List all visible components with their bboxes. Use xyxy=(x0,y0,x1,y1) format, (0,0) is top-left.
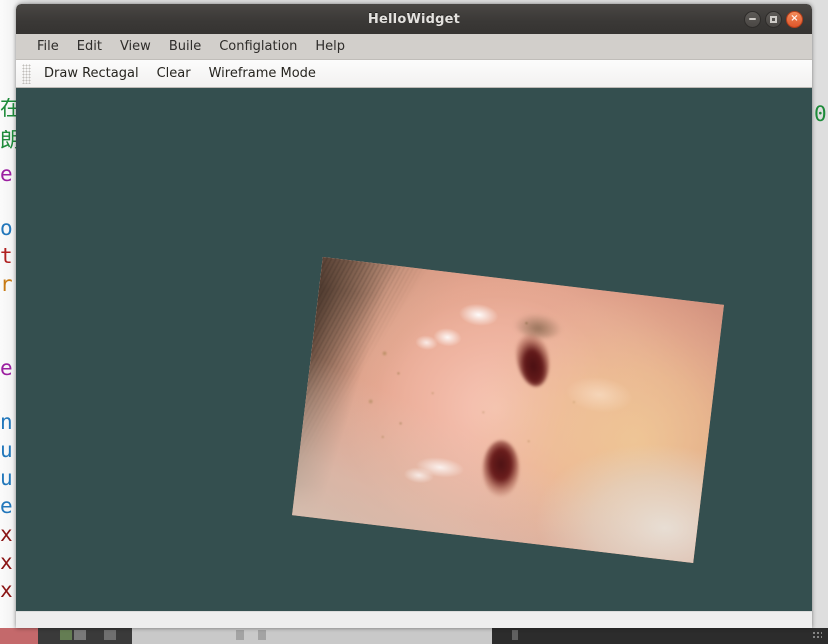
taskbar-segment-middle[interactable] xyxy=(132,628,492,644)
maximize-icon xyxy=(770,15,777,23)
close-icon: × xyxy=(790,13,799,24)
taskbar-app-icon-6[interactable] xyxy=(512,630,518,640)
toolbar-drag-handle-icon[interactable] xyxy=(22,63,31,84)
taskbar-app-icon-5[interactable] xyxy=(258,630,266,640)
tool-bar: Draw Rectagal Clear Wireframe Mode xyxy=(16,60,812,88)
taskbar-app-icon-1[interactable] xyxy=(60,630,72,640)
quad-texture-highlights xyxy=(292,256,724,564)
menu-item-buile[interactable]: Buile xyxy=(160,37,210,56)
textured-quad[interactable] xyxy=(292,256,724,564)
taskbar-app-icon-3[interactable] xyxy=(104,630,116,640)
taskbar-launcher-button[interactable] xyxy=(0,628,38,644)
taskbar-app-icon-4[interactable] xyxy=(236,630,244,640)
menu-item-help[interactable]: Help xyxy=(306,37,354,56)
background-glyph: 0 xyxy=(814,102,827,126)
application-window: HelloWidget × File Edit View Buile Configlat… xyxy=(16,4,812,628)
taskbar[interactable] xyxy=(0,628,828,644)
toolbar-button-draw-rectagal[interactable]: Draw Rectagal xyxy=(35,63,148,84)
menu-item-edit[interactable]: Edit xyxy=(68,37,111,56)
taskbar-app-icon-2[interactable] xyxy=(74,630,86,640)
status-bar xyxy=(16,611,812,628)
menu-item-file[interactable]: File xyxy=(28,37,68,56)
minimize-button[interactable] xyxy=(744,10,761,28)
screen: 在朗eotrenuuexxx 0 HelloWidget × File Edit… xyxy=(0,0,828,644)
render-canvas[interactable] xyxy=(16,88,812,611)
taskbar-tray-dots-icon[interactable] xyxy=(812,631,822,639)
window-title: HelloWidget xyxy=(367,11,461,27)
menu-bar: File Edit View Buile Configlation Help xyxy=(16,34,812,60)
minimize-icon xyxy=(749,18,756,20)
window-controls: × xyxy=(744,4,803,34)
menu-item-configlation[interactable]: Configlation xyxy=(210,37,306,56)
toolbar-button-wireframe-mode[interactable]: Wireframe Mode xyxy=(200,63,325,84)
close-button[interactable]: × xyxy=(786,10,803,28)
title-bar[interactable]: HelloWidget × xyxy=(16,4,812,34)
toolbar-button-clear[interactable]: Clear xyxy=(148,63,200,84)
taskbar-segment-right[interactable] xyxy=(492,628,828,644)
maximize-button[interactable] xyxy=(765,10,782,28)
menu-item-view[interactable]: View xyxy=(111,37,160,56)
